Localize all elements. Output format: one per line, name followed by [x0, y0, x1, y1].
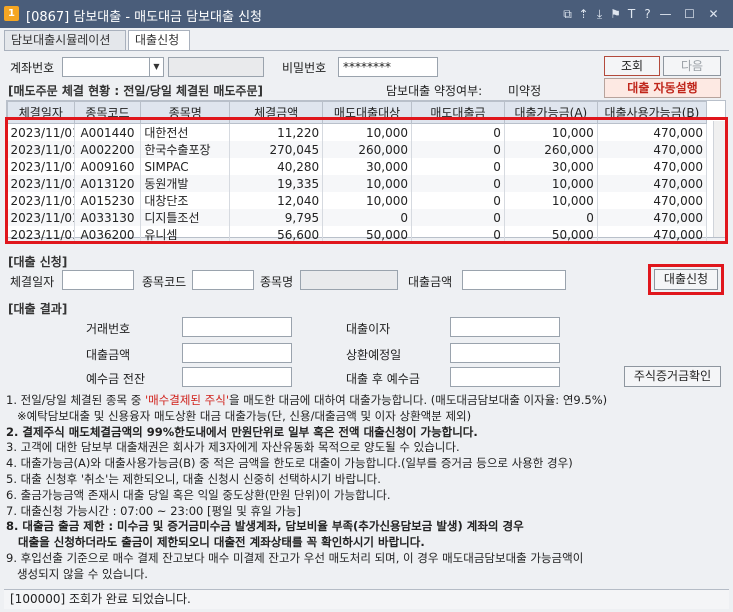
trade-no-field: [182, 317, 292, 337]
notice-pre-text: 5. 대출 신청후 '취소'는 제한되오니, 대출 신청시 신중히 선택하시기 …: [6, 471, 381, 486]
app-icon: 1: [4, 6, 19, 21]
notice-pre-text: 3. 고객에 대한 담보부 대출채권은 회사가 제3자에게 자산유동화 목적으로…: [6, 440, 460, 455]
pin-icon[interactable]: ⇡: [576, 5, 591, 23]
repay-date-label: 상환예정일: [346, 348, 402, 362]
account-name-field: [168, 57, 264, 77]
tab-loan-simulation[interactable]: 담보대출시뮬레이션: [4, 30, 126, 50]
notice-post-text: 을 매도한 대금에 대하여 대출가능합니다. (매도대금담보대출 이자율: 연9…: [228, 393, 608, 407]
deposit-after-field: [450, 367, 560, 387]
help-icon[interactable]: ?: [640, 5, 655, 23]
notice-pre-text: 9. 후입선출 기준으로 매수 결제 잔고보다 매수 미결제 잔고가 우선 매도…: [6, 550, 584, 565]
loan-request-highlight-frame: [648, 264, 724, 295]
maximize-icon[interactable]: ☐: [682, 5, 697, 23]
download-icon[interactable]: ⤓: [592, 5, 607, 23]
notice-line: 1. 전일/당일 체결된 종목 중 '매수결제된 주식'을 매도한 대금에 대하…: [6, 393, 726, 409]
account-label: 계좌번호: [10, 61, 55, 75]
notice-line: 7. 대출신청 가능시간 : 07:00 ~ 23:00 [평일 및 휴일 가능…: [6, 504, 726, 520]
stock-name-field: [300, 270, 398, 290]
notice-pre-text: 6. 출금가능금액 존재시 대출 당일 혹은 익일 중도상환(만원 단위)이 가…: [6, 487, 391, 502]
stock-code-input[interactable]: [192, 270, 254, 290]
tab-divider: [4, 50, 729, 51]
loan-amount-label: 대출금액: [408, 275, 453, 289]
notice-pre-text: 4. 대출가능금(A)와 대출사용가능금(B) 중 적은 금액을 한도로 대출이…: [6, 456, 573, 471]
status-message: [100000] 조회가 완료 되었습니다.: [10, 592, 191, 606]
notice-pre-text: 7. 대출신청 가능시간 : 07:00 ~ 23:00 [평일 및 휴일 가능…: [6, 503, 301, 518]
repay-date-field: [450, 343, 560, 363]
close-icon[interactable]: ✕: [706, 5, 721, 23]
trade-no-label: 거래번호: [86, 322, 131, 336]
account-combo[interactable]: ▼: [62, 57, 164, 77]
password-field[interactable]: ********: [338, 57, 438, 77]
title-bar: 1 [0867] 담보대출 - 매도대금 담보대출 신청 ⧉ ⇡ ⤓ ⚑ T? — ☐ ✕: [0, 0, 733, 28]
exec-date-input[interactable]: [62, 270, 134, 290]
tab-loan-request[interactable]: 대출신청: [128, 30, 190, 51]
loan-request-section-title: [대출 신청]: [8, 255, 68, 269]
loan-interest-label: 대출이자: [346, 322, 391, 336]
notice-line: 4. 대출가능금(A)와 대출사용가능금(B) 중 적은 금액을 한도로 대출이…: [6, 456, 726, 472]
exec-date-label: 체결일자: [10, 275, 55, 289]
notice-pre-text: 1. 전일/당일 체결된 종목 중: [6, 393, 145, 407]
notice-pre-text: 8. 대출금 출금 제한 : 미수금 및 증거금미수금 발생계좌, 담보비율 부…: [6, 519, 524, 534]
notice-line: 3. 고객에 대한 담보부 대출채권은 회사가 제3자에게 자산유동화 목적으로…: [6, 440, 726, 456]
notice-line: 생성되지 않을 수 있습니다.: [6, 567, 726, 583]
chevron-down-icon[interactable]: ▼: [149, 58, 163, 76]
notice-line: 9. 후입선출 기준으로 매수 결제 잔고보다 매수 미결제 잔고가 우선 매도…: [6, 551, 726, 567]
agreement-value: 미약정: [508, 84, 542, 98]
loan-amount-input[interactable]: [462, 270, 566, 290]
sell-order-section-title: [매도주문 체결 현황 : 전일/당일 체결된 매도주문]: [8, 84, 263, 98]
stock-code-label: 종목코드: [142, 275, 187, 289]
deposit-before-label: 예수금 전잔: [86, 372, 146, 386]
notice-pre-text: 2. 결제주식 매도체결금액의 99%한도내에서 만원단위로 일부 혹은 전액 …: [6, 424, 478, 439]
notice-pre-text: 대출을 신청하더라도 출금이 제한되오니 대출전 계좌상태를 꼭 확인하시기 바…: [6, 535, 425, 550]
margin-check-button[interactable]: 주식증거금확인: [624, 366, 721, 387]
notice-red-text: '매수결제된 주식': [144, 393, 229, 407]
text-size-icon[interactable]: T: [624, 5, 639, 23]
result-loan-amount-label: 대출금액: [86, 348, 131, 362]
notice-line: 2. 결제주식 매도체결금액의 99%한도내에서 만원단위로 일부 혹은 전액 …: [6, 425, 726, 441]
status-bar: [100000] 조회가 완료 되었습니다.: [4, 589, 729, 609]
grid-highlight-frame: [5, 117, 728, 244]
notice-line: 8. 대출금 출금 제한 : 미수금 및 증거금미수금 발생계좌, 담보비율 부…: [6, 519, 726, 535]
notice-line: ※예탁담보대출 및 신용융자 매도상환 대금 대출가능(단, 신용/대출금액 및…: [6, 409, 726, 425]
window-title: [0867] 담보대출 - 매도대금 담보대출 신청: [26, 10, 263, 25]
notice-pre-text: ※예탁담보대출 및 신용융자 매도상환 대금 대출가능(단, 신용/대출금액 및…: [6, 408, 472, 423]
agreement-label: 담보대출 약정여부:: [386, 84, 483, 98]
flag-icon[interactable]: ⚑: [608, 5, 623, 23]
password-label: 비밀번호: [282, 61, 327, 75]
next-button[interactable]: 다음: [663, 56, 721, 76]
inquiry-button[interactable]: 조회: [604, 56, 660, 76]
link-icon[interactable]: ⧉: [560, 5, 575, 23]
loan-interest-field: [450, 317, 560, 337]
loan-result-section-title: [대출 결과]: [8, 302, 68, 316]
notice-line: 5. 대출 신청후 '취소'는 제한되오니, 대출 신청시 신중히 선택하시기 …: [6, 472, 726, 488]
auto-loan-button[interactable]: 대출 자동설행: [604, 78, 721, 98]
notice-pre-text: 생성되지 않을 수 있습니다.: [6, 566, 148, 581]
result-loan-amount-field: [182, 343, 292, 363]
minimize-icon[interactable]: —: [658, 5, 673, 23]
notice-list: 1. 전일/당일 체결된 종목 중 '매수결제된 주식'을 매도한 대금에 대하…: [6, 393, 726, 583]
deposit-after-label: 대출 후 예수금: [346, 372, 420, 386]
stock-name-label: 종목명: [260, 275, 294, 289]
deposit-before-field: [182, 367, 292, 387]
notice-line: 6. 출금가능금액 존재시 대출 당일 혹은 익일 중도상환(만원 단위)이 가…: [6, 488, 726, 504]
notice-line: 대출을 신청하더라도 출금이 제한되오니 대출전 계좌상태를 꼭 확인하시기 바…: [6, 535, 726, 551]
